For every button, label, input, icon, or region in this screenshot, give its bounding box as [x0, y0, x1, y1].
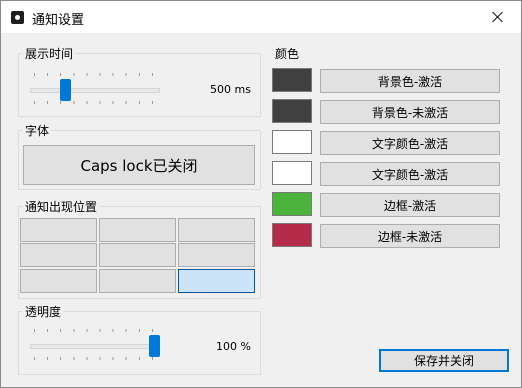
window-title: 通知设置	[32, 13, 85, 28]
position-cell[interactable]	[99, 243, 176, 267]
slider-track	[30, 344, 160, 349]
opacity-value: 100 %	[216, 340, 251, 353]
caps-lock-button[interactable]: Caps lock已关闭	[23, 145, 255, 185]
opacity-slider[interactable]	[30, 329, 160, 361]
position-cell[interactable]	[20, 243, 97, 267]
color-button[interactable]: 文字颜色-激活	[320, 131, 500, 155]
display-time-slider[interactable]	[30, 73, 160, 105]
font-label: 字体	[23, 122, 52, 139]
color-swatch	[272, 130, 312, 154]
slider-ticks	[34, 357, 156, 360]
position-cell[interactable]	[99, 269, 176, 293]
slider-track	[30, 88, 160, 93]
color-button[interactable]: 背景色-未激活	[320, 100, 500, 124]
color-swatch	[272, 99, 312, 123]
color-button[interactable]: 背景色-激活	[320, 69, 500, 93]
slider-ticks	[34, 101, 156, 104]
position-label: 通知出现位置	[23, 198, 100, 215]
color-swatch	[272, 68, 312, 92]
settings-window: 通知设置 展示时间 500 ms 字体 Caps lock已关闭 通知出现位置 …	[0, 0, 522, 388]
save-and-close-button[interactable]: 保存并关闭	[379, 349, 509, 372]
color-button[interactable]: 边框-未激活	[320, 224, 500, 248]
colors-label: 颜色	[275, 47, 300, 61]
slider-thumb[interactable]	[60, 79, 71, 101]
position-cell[interactable]	[178, 218, 255, 242]
position-cell[interactable]	[20, 218, 97, 242]
title-bar: 通知设置	[1, 1, 521, 33]
position-cell[interactable]	[178, 243, 255, 267]
color-button[interactable]: 边框-激活	[320, 193, 500, 217]
slider-ticks	[34, 329, 156, 332]
position-cell[interactable]	[99, 218, 176, 242]
color-swatch	[272, 192, 312, 216]
color-button[interactable]: 文字颜色-激活	[320, 162, 500, 186]
opacity-label: 透明度	[23, 303, 64, 320]
slider-thumb[interactable]	[149, 335, 160, 357]
color-swatch	[272, 223, 312, 247]
color-swatch	[272, 161, 312, 185]
position-cell[interactable]	[20, 269, 97, 293]
position-cell[interactable]	[178, 269, 255, 293]
app-icon	[11, 11, 24, 24]
display-time-value: 500 ms	[210, 83, 251, 96]
close-button[interactable]	[475, 1, 521, 33]
slider-ticks	[34, 73, 156, 76]
display-time-label: 展示时间	[23, 45, 76, 62]
